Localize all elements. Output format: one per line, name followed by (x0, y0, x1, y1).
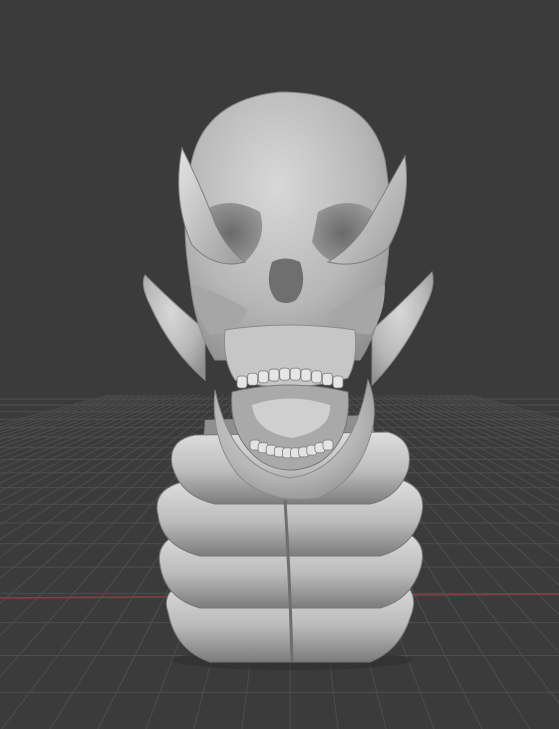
tooth (321, 372, 333, 386)
tooth (247, 372, 259, 386)
3d-viewport[interactable] (0, 0, 559, 729)
nasal-cavity (268, 258, 304, 303)
tooth (322, 439, 334, 451)
tooth (332, 375, 344, 389)
tooth (289, 367, 301, 381)
tooth (311, 370, 323, 384)
tooth (300, 368, 312, 382)
tooth (257, 370, 269, 384)
tooth (279, 367, 291, 381)
tooth (268, 368, 280, 382)
tooth (236, 375, 248, 389)
